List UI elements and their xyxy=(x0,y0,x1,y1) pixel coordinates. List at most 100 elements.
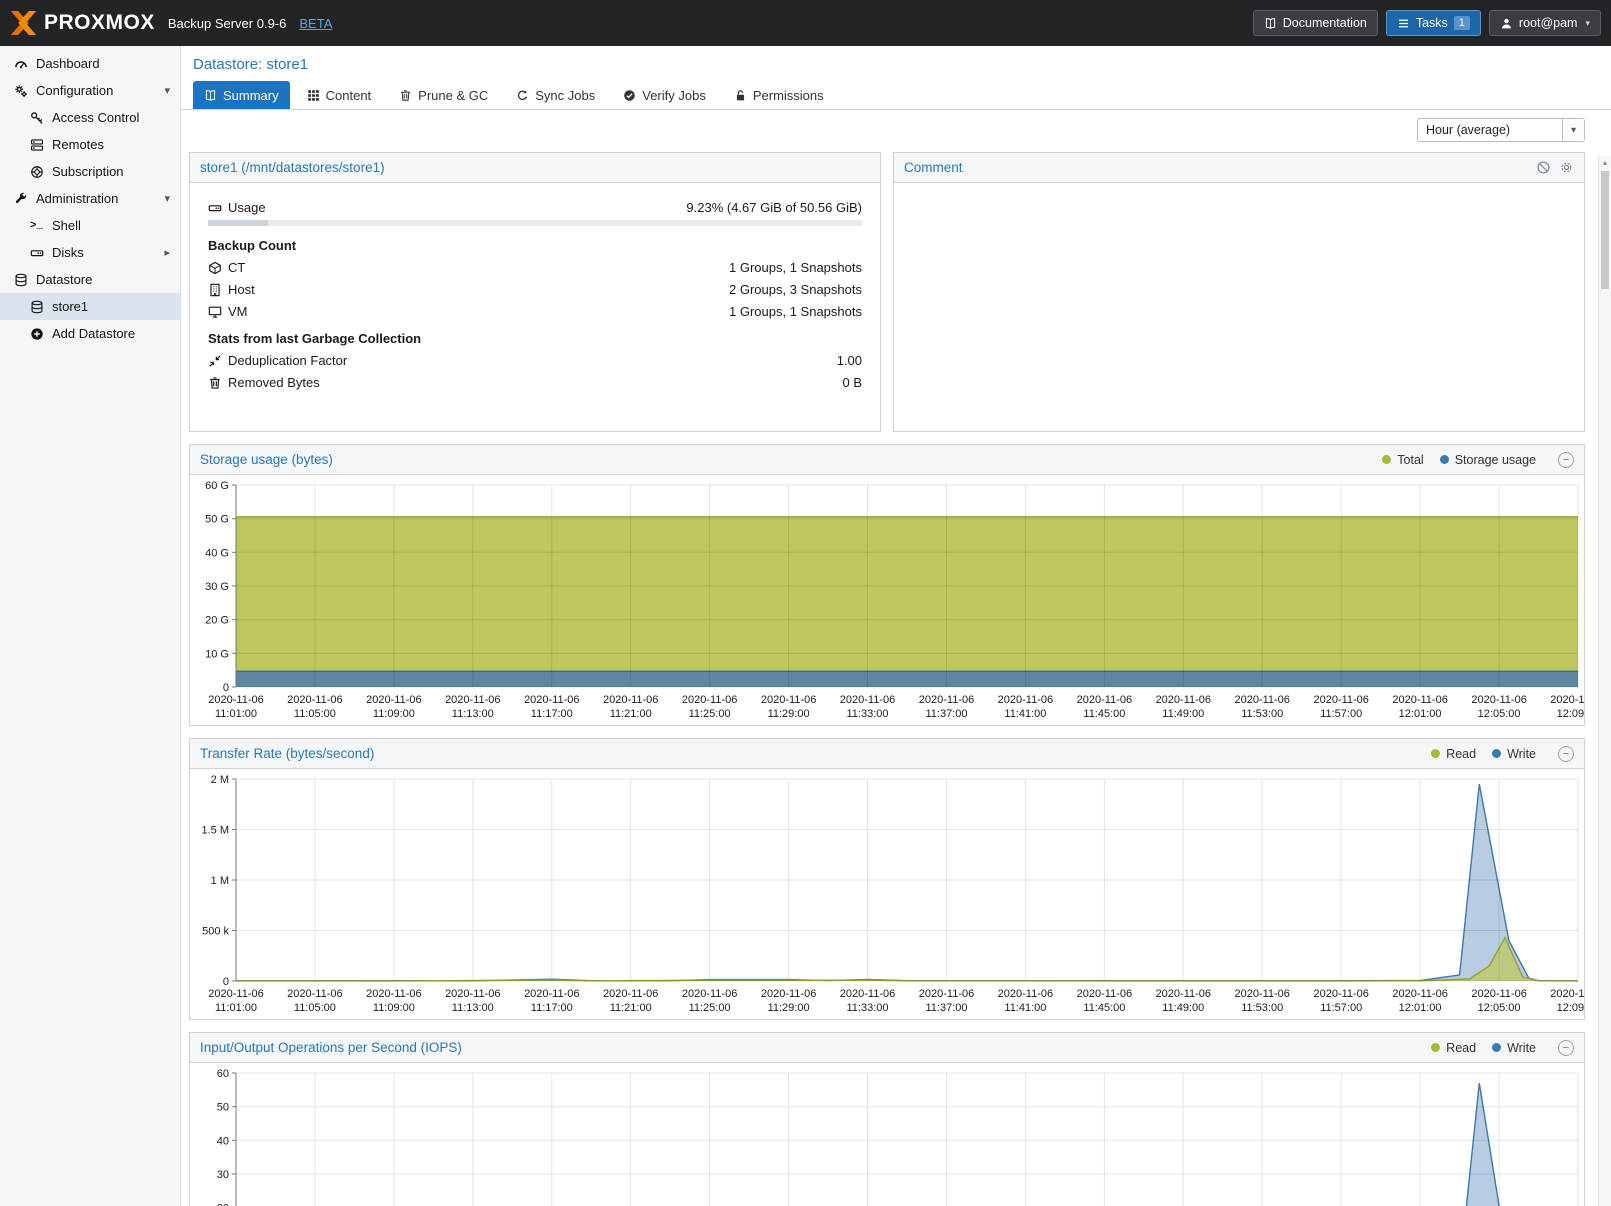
svg-text:11:09:00: 11:09:00 xyxy=(373,1002,415,1014)
svg-text:2020-11-06: 2020-11-06 xyxy=(1156,988,1211,1000)
terminal-icon: >_ xyxy=(28,220,45,232)
grid-icon xyxy=(307,89,320,102)
svg-text:11:29:00: 11:29:00 xyxy=(768,708,810,720)
sidebar-item-access-control[interactable]: Access Control xyxy=(0,104,180,131)
sidebar-item-configuration[interactable]: Configuration ▾ xyxy=(0,77,180,104)
tab-summary[interactable]: Summary xyxy=(193,81,290,109)
tab-prune-gc[interactable]: Prune & GC xyxy=(388,81,499,109)
svg-text:60: 60 xyxy=(217,1068,229,1080)
wrench-icon xyxy=(12,192,29,206)
svg-text:11:45:00: 11:45:00 xyxy=(1083,708,1125,720)
backup-count-heading: Backup Count xyxy=(208,238,862,253)
svg-text:11:21:00: 11:21:00 xyxy=(610,1002,652,1014)
svg-text:2020-11-06: 2020-11-06 xyxy=(840,988,895,1000)
host-count-row: Host 2 Groups, 3 Snapshots xyxy=(208,280,862,299)
tab-content[interactable]: Content xyxy=(296,81,383,109)
brand-name: PROXMOX xyxy=(44,11,155,35)
usage-value: 9.23% (4.67 GiB of 50.56 GiB) xyxy=(686,200,862,215)
usage-bar-fill xyxy=(208,220,268,226)
sidebar-item-dashboard[interactable]: Dashboard xyxy=(0,50,180,77)
svg-text:2020-11-06: 2020-11-06 xyxy=(1234,988,1289,1000)
tasks-button[interactable]: Tasks 1 xyxy=(1386,10,1481,36)
documentation-button[interactable]: Documentation xyxy=(1253,10,1378,36)
sidebar-item-subscription[interactable]: Subscription xyxy=(0,158,180,185)
svg-text:2020-11-06: 2020-11-06 xyxy=(1550,988,1584,1000)
top-actions: Documentation Tasks 1 root@pam ▾ xyxy=(1253,10,1601,36)
svg-text:11:25:00: 11:25:00 xyxy=(689,708,731,720)
collapse-icon[interactable]: − xyxy=(1558,1040,1574,1056)
chevron-down-icon: ▾ xyxy=(164,84,180,97)
svg-text:2020-11-06: 2020-11-06 xyxy=(445,694,500,706)
svg-text:2020-11-06: 2020-11-06 xyxy=(445,988,500,1000)
sidebar-item-store1[interactable]: store1 xyxy=(0,293,180,320)
legend-total: Total xyxy=(1382,453,1423,467)
svg-text:2020-11-06: 2020-11-06 xyxy=(603,988,658,1000)
svg-text:11:49:00: 11:49:00 xyxy=(1162,1002,1204,1014)
svg-text:2020-11-06: 2020-11-06 xyxy=(1234,694,1289,706)
page-title: Datastore: store1 xyxy=(181,46,1611,79)
svg-text:11:49:00: 11:49:00 xyxy=(1162,708,1204,720)
svg-text:2020-11-06: 2020-11-06 xyxy=(366,694,421,706)
svg-text:11:37:00: 11:37:00 xyxy=(925,708,967,720)
svg-text:11:17:00: 11:17:00 xyxy=(531,708,573,720)
trash-icon xyxy=(208,376,228,390)
key-icon xyxy=(28,111,45,125)
svg-text:2020-11-06: 2020-11-06 xyxy=(1392,988,1447,1000)
product-version: Backup Server 0.9-6 xyxy=(168,16,287,31)
comment-text[interactable] xyxy=(894,183,1584,207)
task-list-icon xyxy=(1397,17,1410,30)
sidebar-item-administration[interactable]: Administration ▾ xyxy=(0,185,180,212)
circle-slash-icon[interactable] xyxy=(1536,160,1551,175)
sidebar-item-disks[interactable]: Disks ▸ xyxy=(0,239,180,266)
beta-link[interactable]: BETA xyxy=(299,16,332,31)
hdd-icon xyxy=(208,201,228,215)
sidebar-item-datastore[interactable]: Datastore xyxy=(0,266,180,293)
gear-icon[interactable] xyxy=(1559,160,1574,175)
gears-icon xyxy=(12,84,29,98)
svg-text:12:01:00: 12:01:00 xyxy=(1399,1002,1442,1014)
main-area: Datastore: store1 Summary Content Prune … xyxy=(181,46,1611,1206)
user-menu-button[interactable]: root@pam ▾ xyxy=(1489,10,1601,36)
transfer-rate-title: Transfer Rate (bytes/second) xyxy=(200,746,374,761)
trash-icon xyxy=(399,89,412,102)
svg-text:11:33:00: 11:33:00 xyxy=(846,708,888,720)
svg-text:12:09:00: 12:09:00 xyxy=(1557,1002,1584,1014)
svg-text:11:05:00: 11:05:00 xyxy=(294,1002,336,1014)
svg-text:2020-11-06: 2020-11-06 xyxy=(366,988,421,1000)
svg-text:2020-11-06: 2020-11-06 xyxy=(603,694,658,706)
chevron-down-icon: ▾ xyxy=(1585,18,1590,29)
sidebar: Dashboard Configuration ▾ Access Control… xyxy=(0,46,181,1206)
svg-text:2020-11-06: 2020-11-06 xyxy=(1550,694,1584,706)
svg-text:11:01:00: 11:01:00 xyxy=(215,708,257,720)
legend-storage-usage: Storage usage xyxy=(1440,453,1536,467)
comment-panel: Comment xyxy=(893,152,1585,432)
legend-dot xyxy=(1431,1043,1440,1052)
sidebar-item-add-datastore[interactable]: Add Datastore xyxy=(0,320,180,347)
comment-panel-title: Comment xyxy=(904,160,963,175)
svg-text:11:57:00: 11:57:00 xyxy=(1320,1002,1362,1014)
vertical-scrollbar[interactable]: ▲ xyxy=(1598,156,1611,1206)
tab-permissions[interactable]: Permissions xyxy=(723,81,835,109)
top-bar: PROXMOX Backup Server 0.9-6 BETA Documen… xyxy=(0,0,1611,46)
scroll-up-arrow-icon[interactable]: ▲ xyxy=(1599,156,1611,170)
check-circle-icon xyxy=(623,89,636,102)
chevron-down-icon: ▾ xyxy=(1562,119,1584,141)
iops-title: Input/Output Operations per Second (IOPS… xyxy=(200,1040,462,1055)
sidebar-item-shell[interactable]: >_ Shell xyxy=(0,212,180,239)
scrollbar-thumb[interactable] xyxy=(1601,171,1609,289)
tab-sync-jobs[interactable]: Sync Jobs xyxy=(505,81,606,109)
svg-text:11:21:00: 11:21:00 xyxy=(610,708,652,720)
plus-circle-icon xyxy=(28,327,45,341)
svg-text:2020-11-06: 2020-11-06 xyxy=(1392,694,1447,706)
tab-verify-jobs[interactable]: Verify Jobs xyxy=(612,81,717,109)
svg-text:11:13:00: 11:13:00 xyxy=(452,708,494,720)
compress-icon xyxy=(208,354,228,368)
sidebar-item-remotes[interactable]: Remotes xyxy=(0,131,180,158)
cube-icon xyxy=(208,261,228,275)
timeframe-select[interactable]: Hour (average) ▾ xyxy=(1417,118,1585,142)
database-icon xyxy=(28,300,45,314)
svg-text:2020-11-06: 2020-11-06 xyxy=(208,694,263,706)
collapse-icon[interactable]: − xyxy=(1558,452,1574,468)
svg-text:2020-11-06: 2020-11-06 xyxy=(998,694,1053,706)
collapse-icon[interactable]: − xyxy=(1558,746,1574,762)
